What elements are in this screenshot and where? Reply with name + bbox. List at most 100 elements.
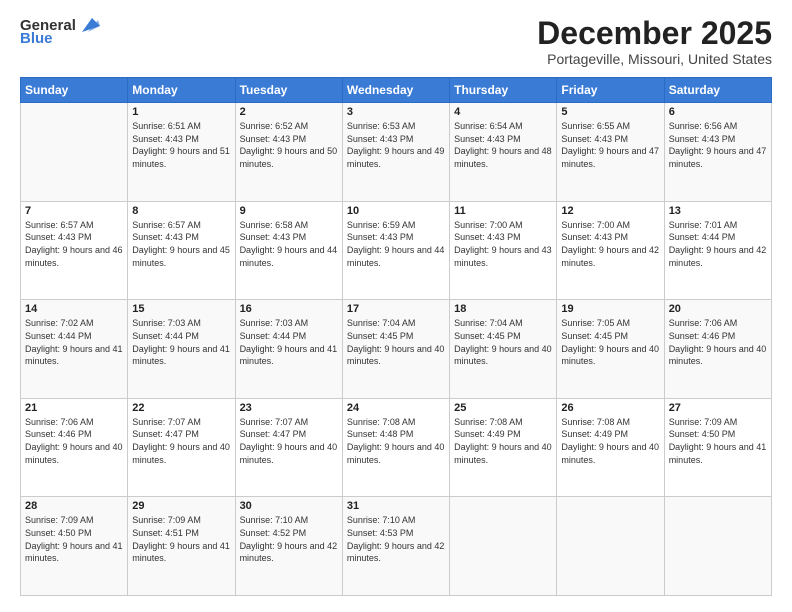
calendar-cell: 24 Sunrise: 7:08 AMSunset: 4:48 PMDayligh… bbox=[342, 398, 449, 497]
calendar-cell: 4Sunrise: 6:54 AMSunset: 4:43 PMDaylight… bbox=[450, 103, 557, 202]
cell-sun-info: Sunrise: 7:06 AMSunset: 4:46 PMDaylight:… bbox=[669, 317, 767, 367]
cell-sun-info: Sunrise: 7:04 AMSunset: 4:45 PMDaylight:… bbox=[347, 317, 445, 367]
calendar-cell: 2 Sunrise: 6:52 AMSunset: 4:43 PMDaylight… bbox=[235, 103, 342, 202]
header-friday: Friday bbox=[557, 78, 664, 103]
cell-sun-info: Sunrise: 7:00 AMSunset: 4:43 PMDaylight:… bbox=[454, 219, 552, 269]
cell-sun-info: Sunrise: 7:09 AMSunset: 4:50 PMDaylight:… bbox=[25, 514, 123, 564]
cell-sun-info: Sunrise: 7:03 AMSunset: 4:44 PMDaylight:… bbox=[240, 317, 338, 367]
day-number: 8 bbox=[132, 205, 230, 217]
day-number: 29 bbox=[132, 500, 230, 512]
calendar-cell bbox=[557, 497, 664, 596]
calendar-cell: 18Sunrise: 7:04 AMSunset: 4:45 PMDayligh… bbox=[450, 300, 557, 399]
cell-sun-info: Sunrise: 6:52 AMSunset: 4:43 PMDaylight:… bbox=[240, 120, 338, 170]
calendar-cell: 11 Sunrise: 7:00 AMSunset: 4:43 PMDayligh… bbox=[450, 201, 557, 300]
calendar-cell: 13 Sunrise: 7:01 AMSunset: 4:44 PMDayligh… bbox=[664, 201, 771, 300]
cell-sun-info: Sunrise: 7:08 AMSunset: 4:49 PMDaylight:… bbox=[561, 416, 659, 466]
cell-sun-info: Sunrise: 7:09 AMSunset: 4:51 PMDaylight:… bbox=[132, 514, 230, 564]
calendar-cell: 8 Sunrise: 6:57 AMSunset: 4:43 PMDaylight… bbox=[128, 201, 235, 300]
day-number: 2 bbox=[240, 106, 338, 118]
calendar-cell: 19 Sunrise: 7:05 AMSunset: 4:45 PMDayligh… bbox=[557, 300, 664, 399]
calendar-week-1: 7 Sunrise: 6:57 AMSunset: 4:43 PMDaylight… bbox=[21, 201, 772, 300]
cell-sun-info: Sunrise: 6:51 AMSunset: 4:43 PMDaylight:… bbox=[132, 120, 230, 170]
day-number: 22 bbox=[132, 402, 230, 414]
day-number: 27 bbox=[669, 402, 767, 414]
day-number: 9 bbox=[240, 205, 338, 217]
day-number: 4 bbox=[454, 106, 552, 118]
calendar-week-2: 14 Sunrise: 7:02 AMSunset: 4:44 PMDayligh… bbox=[21, 300, 772, 399]
day-number: 17 bbox=[347, 303, 445, 315]
header-tuesday: Tuesday bbox=[235, 78, 342, 103]
calendar-week-3: 21Sunrise: 7:06 AMSunset: 4:46 PMDayligh… bbox=[21, 398, 772, 497]
day-number: 3 bbox=[347, 106, 445, 118]
calendar-cell: 9 Sunrise: 6:58 AMSunset: 4:43 PMDaylight… bbox=[235, 201, 342, 300]
cell-sun-info: Sunrise: 7:05 AMSunset: 4:45 PMDaylight:… bbox=[561, 317, 659, 367]
calendar-cell: 16Sunrise: 7:03 AMSunset: 4:44 PMDayligh… bbox=[235, 300, 342, 399]
calendar-cell: 14 Sunrise: 7:02 AMSunset: 4:44 PMDayligh… bbox=[21, 300, 128, 399]
cell-sun-info: Sunrise: 6:53 AMSunset: 4:43 PMDaylight:… bbox=[347, 120, 445, 170]
header-row: Sunday Monday Tuesday Wednesday Thursday… bbox=[21, 78, 772, 103]
calendar-cell: 23Sunrise: 7:07 AMSunset: 4:47 PMDayligh… bbox=[235, 398, 342, 497]
cell-sun-info: Sunrise: 7:10 AMSunset: 4:53 PMDaylight:… bbox=[347, 514, 445, 564]
cell-sun-info: Sunrise: 6:57 AMSunset: 4:43 PMDaylight:… bbox=[132, 219, 230, 269]
day-number: 1 bbox=[132, 106, 230, 118]
day-number: 12 bbox=[561, 205, 659, 217]
calendar-cell bbox=[21, 103, 128, 202]
month-title: December 2025 bbox=[537, 16, 772, 51]
calendar-cell: 20 Sunrise: 7:06 AMSunset: 4:46 PMDayligh… bbox=[664, 300, 771, 399]
calendar-cell: 6Sunrise: 6:56 AMSunset: 4:43 PMDaylight… bbox=[664, 103, 771, 202]
day-number: 15 bbox=[132, 303, 230, 315]
calendar-cell: 7 Sunrise: 6:57 AMSunset: 4:43 PMDaylight… bbox=[21, 201, 128, 300]
calendar-cell: 28 Sunrise: 7:09 AMSunset: 4:50 PMDayligh… bbox=[21, 497, 128, 596]
day-number: 13 bbox=[669, 205, 767, 217]
header-monday: Monday bbox=[128, 78, 235, 103]
calendar-cell: 12 Sunrise: 7:00 AMSunset: 4:43 PMDayligh… bbox=[557, 201, 664, 300]
cell-sun-info: Sunrise: 7:03 AMSunset: 4:44 PMDaylight:… bbox=[132, 317, 230, 367]
day-number: 23 bbox=[240, 402, 338, 414]
header-wednesday: Wednesday bbox=[342, 78, 449, 103]
header-saturday: Saturday bbox=[664, 78, 771, 103]
cell-sun-info: Sunrise: 7:06 AMSunset: 4:46 PMDaylight:… bbox=[25, 416, 123, 466]
page: General Blue December 2025 Portageville,… bbox=[0, 0, 792, 612]
calendar-cell: 22 Sunrise: 7:07 AMSunset: 4:47 PMDayligh… bbox=[128, 398, 235, 497]
calendar-cell: 1 Sunrise: 6:51 AMSunset: 4:43 PMDaylight… bbox=[128, 103, 235, 202]
cell-sun-info: Sunrise: 7:01 AMSunset: 4:44 PMDaylight:… bbox=[669, 219, 767, 269]
cell-sun-info: Sunrise: 7:04 AMSunset: 4:45 PMDaylight:… bbox=[454, 317, 552, 367]
calendar-week-0: 1 Sunrise: 6:51 AMSunset: 4:43 PMDaylight… bbox=[21, 103, 772, 202]
header-sunday: Sunday bbox=[21, 78, 128, 103]
cell-sun-info: Sunrise: 6:56 AMSunset: 4:43 PMDaylight:… bbox=[669, 120, 767, 170]
header-thursday: Thursday bbox=[450, 78, 557, 103]
cell-sun-info: Sunrise: 7:10 AMSunset: 4:52 PMDaylight:… bbox=[240, 514, 338, 564]
location: Portageville, Missouri, United States bbox=[537, 51, 772, 67]
day-number: 19 bbox=[561, 303, 659, 315]
calendar-cell: 30 Sunrise: 7:10 AMSunset: 4:52 PMDayligh… bbox=[235, 497, 342, 596]
cell-sun-info: Sunrise: 7:09 AMSunset: 4:50 PMDaylight:… bbox=[669, 416, 767, 466]
day-number: 26 bbox=[561, 402, 659, 414]
cell-sun-info: Sunrise: 7:08 AMSunset: 4:49 PMDaylight:… bbox=[454, 416, 552, 466]
day-number: 30 bbox=[240, 500, 338, 512]
calendar-body: 1 Sunrise: 6:51 AMSunset: 4:43 PMDaylight… bbox=[21, 103, 772, 596]
day-number: 11 bbox=[454, 205, 552, 217]
cell-sun-info: Sunrise: 7:07 AMSunset: 4:47 PMDaylight:… bbox=[132, 416, 230, 466]
day-number: 24 bbox=[347, 402, 445, 414]
cell-sun-info: Sunrise: 6:58 AMSunset: 4:43 PMDaylight:… bbox=[240, 219, 338, 269]
logo-icon bbox=[78, 16, 100, 34]
logo-blue: Blue bbox=[20, 30, 53, 47]
cell-sun-info: Sunrise: 6:57 AMSunset: 4:43 PMDaylight:… bbox=[25, 219, 123, 269]
calendar-cell: 27 Sunrise: 7:09 AMSunset: 4:50 PMDayligh… bbox=[664, 398, 771, 497]
cell-sun-info: Sunrise: 7:08 AMSunset: 4:48 PMDaylight:… bbox=[347, 416, 445, 466]
day-number: 14 bbox=[25, 303, 123, 315]
calendar-cell: 15 Sunrise: 7:03 AMSunset: 4:44 PMDayligh… bbox=[128, 300, 235, 399]
day-number: 20 bbox=[669, 303, 767, 315]
cell-sun-info: Sunrise: 7:00 AMSunset: 4:43 PMDaylight:… bbox=[561, 219, 659, 269]
title-block: December 2025 Portageville, Missouri, Un… bbox=[537, 16, 772, 67]
cell-sun-info: Sunrise: 6:55 AMSunset: 4:43 PMDaylight:… bbox=[561, 120, 659, 170]
day-number: 5 bbox=[561, 106, 659, 118]
day-number: 28 bbox=[25, 500, 123, 512]
calendar-cell: 10Sunrise: 6:59 AMSunset: 4:43 PMDayligh… bbox=[342, 201, 449, 300]
cell-sun-info: Sunrise: 7:02 AMSunset: 4:44 PMDaylight:… bbox=[25, 317, 123, 367]
day-number: 25 bbox=[454, 402, 552, 414]
day-number: 7 bbox=[25, 205, 123, 217]
calendar-cell: 17 Sunrise: 7:04 AMSunset: 4:45 PMDayligh… bbox=[342, 300, 449, 399]
calendar-header: Sunday Monday Tuesday Wednesday Thursday… bbox=[21, 78, 772, 103]
calendar-cell: 25 Sunrise: 7:08 AMSunset: 4:49 PMDayligh… bbox=[450, 398, 557, 497]
